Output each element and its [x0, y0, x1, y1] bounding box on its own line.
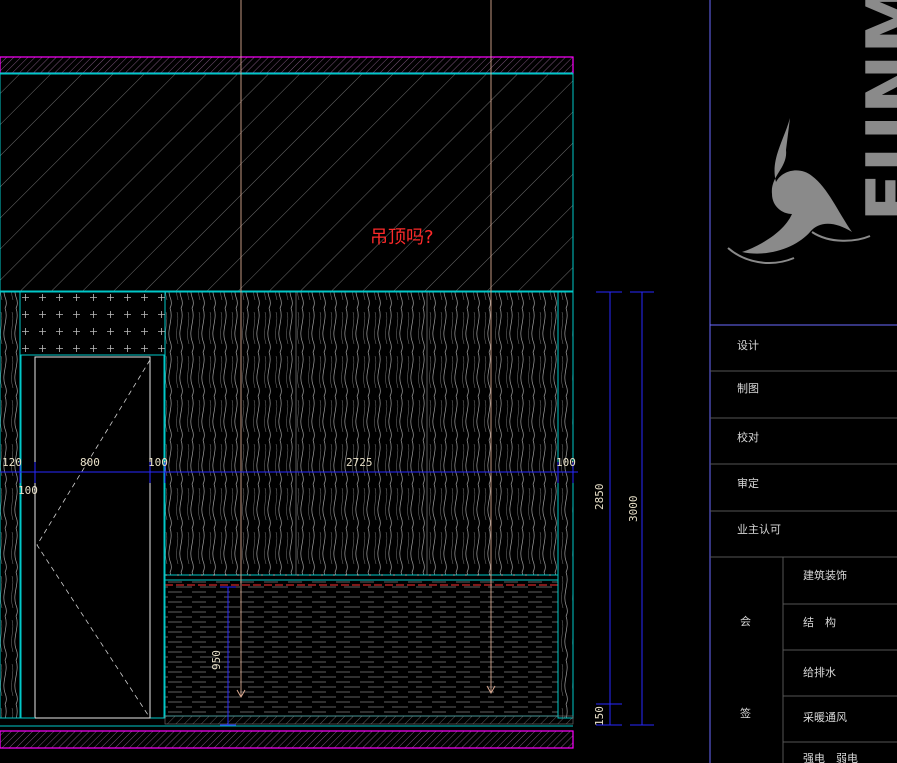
dim-3000: 3000	[627, 496, 640, 523]
row-label-owner: 业主认可	[737, 523, 781, 536]
dim-100-a: 100	[148, 456, 168, 469]
row-label-drafting: 制图	[737, 382, 759, 395]
dim-100-c: 100	[556, 456, 576, 469]
dim-2850: 2850	[593, 484, 606, 511]
row-label-check: 校对	[737, 430, 759, 444]
discipline-structure: 结 构	[803, 615, 836, 629]
dim-2725: 2725	[346, 456, 373, 469]
title-block: FUNMI 设计 制图 校对 审定 业主认可 会 签 建筑装饰 结 构 给排水 …	[709, 0, 897, 763]
dim-120: 120	[2, 456, 22, 469]
elevation-drawing: 120 800 100 100 2725 100 2850 150 3000 9…	[0, 0, 654, 749]
dim-150: 150	[593, 706, 606, 726]
dim-950: 950	[210, 650, 223, 670]
dim-100-b: 100	[18, 484, 38, 497]
floor-slab	[0, 730, 574, 749]
left-wall-strip	[0, 291, 21, 719]
dim-800: 800	[80, 456, 100, 469]
sign-label-2: 签	[740, 706, 751, 720]
floor-finish	[164, 715, 574, 725]
discipline-plumbing: 给排水	[803, 665, 836, 679]
discipline-architecture: 建筑装饰	[803, 568, 847, 582]
row-label-design: 设计	[737, 339, 759, 352]
ceiling-zone	[0, 73, 574, 292]
discipline-hvac: 采暖通风	[803, 711, 847, 724]
wall-panel-wood	[164, 291, 559, 576]
row-label-approve: 审定	[737, 476, 759, 490]
sign-label-1: 会	[740, 615, 751, 628]
logo-mark: FUNMI	[727, 0, 897, 264]
discipline-electrical: 强电 弱电	[803, 752, 858, 763]
top-slab	[0, 56, 574, 74]
wall-panel-lower	[164, 579, 559, 717]
logo-text: FUNMI	[851, 0, 897, 222]
right-wall-strip	[557, 291, 574, 719]
ceiling-question-note: 吊顶吗?	[370, 227, 434, 248]
door-leaf	[34, 356, 151, 719]
logo-swan-icon	[742, 118, 852, 254]
door-header	[20, 292, 165, 355]
cad-drawing: 120 800 100 100 2725 100 2850 150 3000 9…	[0, 0, 897, 763]
